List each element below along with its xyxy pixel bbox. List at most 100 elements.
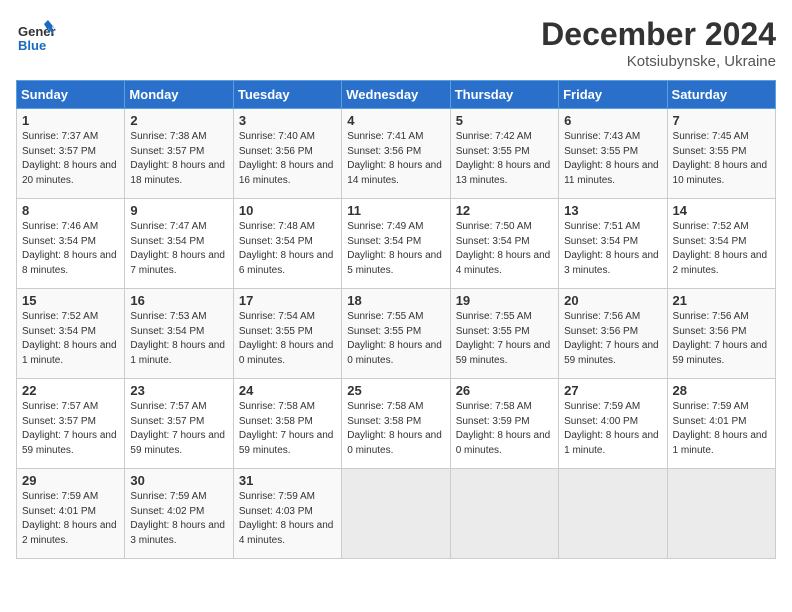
day-cell: 27 Sunrise: 7:59 AMSunset: 4:00 PMDayligh…: [559, 379, 667, 469]
day-cell: 2Sunrise: 7:38 AMSunset: 3:57 PMDaylight…: [125, 109, 233, 199]
day-number: 31: [239, 473, 336, 488]
day-cell: 21 Sunrise: 7:56 AMSunset: 3:56 PMDayligh…: [667, 289, 775, 379]
day-cell: 12 Sunrise: 7:50 AMSunset: 3:54 PMDayligh…: [450, 199, 558, 289]
day-cell: 24 Sunrise: 7:58 AMSunset: 3:58 PMDayligh…: [233, 379, 341, 469]
day-info: Sunrise: 7:50 AMSunset: 3:54 PMDaylight:…: [456, 220, 553, 278]
month-title: December 2024: [541, 16, 776, 53]
day-info: Sunrise: 7:59 AMSunset: 4:02 PMDaylight:…: [130, 490, 227, 548]
day-cell: [667, 469, 775, 559]
day-cell: 9Sunrise: 7:47 AMSunset: 3:54 PMDaylight…: [125, 199, 233, 289]
day-cell: 25 Sunrise: 7:58 AMSunset: 3:58 PMDayligh…: [342, 379, 450, 469]
day-number: 17: [239, 293, 336, 308]
day-cell: 4Sunrise: 7:41 AMSunset: 3:56 PMDaylight…: [342, 109, 450, 199]
svg-text:Blue: Blue: [18, 38, 46, 53]
day-number: 20: [564, 293, 661, 308]
day-cell: 3 Sunrise: 7:40 AMSunset: 3:56 PMDaylight…: [233, 109, 341, 199]
day-number: 3: [239, 113, 336, 128]
day-info: Sunrise: 7:59 AMSunset: 4:01 PMDaylight:…: [673, 400, 770, 458]
day-info: Sunrise: 7:37 AMSunset: 3:57 PMDaylight:…: [22, 130, 119, 188]
day-number: 22: [22, 383, 119, 398]
day-info: Sunrise: 7:43 AMSunset: 3:55 PMDaylight:…: [564, 130, 661, 188]
day-info: Sunrise: 7:58 AMSunset: 3:58 PMDaylight:…: [347, 400, 444, 458]
day-number: 4: [347, 113, 444, 128]
day-cell: 1Sunrise: 7:37 AMSunset: 3:57 PMDaylight…: [17, 109, 125, 199]
weekday-wednesday: Wednesday: [342, 81, 450, 109]
day-cell: 31 Sunrise: 7:59 AMSunset: 4:03 PMDayligh…: [233, 469, 341, 559]
day-info: Sunrise: 7:58 AMSunset: 3:59 PMDaylight:…: [456, 400, 553, 458]
week-row-5: 29 Sunrise: 7:59 AMSunset: 4:01 PMDayligh…: [17, 469, 776, 559]
calendar-body: 1Sunrise: 7:37 AMSunset: 3:57 PMDaylight…: [17, 109, 776, 559]
day-cell: 11Sunrise: 7:49 AMSunset: 3:54 PMDayligh…: [342, 199, 450, 289]
day-cell: 22Sunrise: 7:57 AMSunset: 3:57 PMDayligh…: [17, 379, 125, 469]
week-row-4: 22 Sunrise: 7:57 AMSunset: 3:57 PMDayligh…: [17, 379, 776, 469]
day-number: 19: [456, 293, 553, 308]
weekday-monday: Monday: [125, 81, 233, 109]
weekday-thursday: Thursday: [450, 81, 558, 109]
week-row-2: 8Sunrise: 7:46 AMSunset: 3:54 PMDaylight…: [17, 199, 776, 289]
day-cell: 20 Sunrise: 7:56 AMSunset: 3:56 PMDayligh…: [559, 289, 667, 379]
day-cell: 17 Sunrise: 7:54 AMSunset: 3:55 PMDayligh…: [233, 289, 341, 379]
day-info: Sunrise: 7:52 AMSunset: 3:54 PMDaylight:…: [673, 220, 770, 278]
day-cell: 18Sunrise: 7:55 AMSunset: 3:55 PMDayligh…: [342, 289, 450, 379]
day-number: 7: [673, 113, 770, 128]
weekday-friday: Friday: [559, 81, 667, 109]
day-info: Sunrise: 7:53 AMSunset: 3:54 PMDaylight:…: [130, 310, 227, 368]
day-cell: 26 Sunrise: 7:58 AMSunset: 3:59 PMDayligh…: [450, 379, 558, 469]
day-number: 21: [673, 293, 770, 308]
day-cell: 15 Sunrise: 7:52 AMSunset: 3:54 PMDayligh…: [17, 289, 125, 379]
day-cell: 13Sunrise: 7:51 AMSunset: 3:54 PMDayligh…: [559, 199, 667, 289]
day-info: Sunrise: 7:59 AMSunset: 4:00 PMDaylight:…: [564, 400, 661, 458]
day-number: 2: [130, 113, 227, 128]
day-info: Sunrise: 7:40 AMSunset: 3:56 PMDaylight:…: [239, 130, 336, 188]
day-cell: 10Sunrise: 7:48 AMSunset: 3:54 PMDayligh…: [233, 199, 341, 289]
day-cell: 28 Sunrise: 7:59 AMSunset: 4:01 PMDayligh…: [667, 379, 775, 469]
day-number: 15: [22, 293, 119, 308]
day-info: Sunrise: 7:57 AMSunset: 3:57 PMDaylight:…: [130, 400, 227, 458]
day-cell: 14 Sunrise: 7:52 AMSunset: 3:54 PMDayligh…: [667, 199, 775, 289]
location-title: Kotsiubynske, Ukraine: [541, 53, 776, 70]
day-number: 29: [22, 473, 119, 488]
day-number: 9: [130, 203, 227, 218]
day-cell: 6 Sunrise: 7:43 AMSunset: 3:55 PMDaylight…: [559, 109, 667, 199]
day-info: Sunrise: 7:54 AMSunset: 3:55 PMDaylight:…: [239, 310, 336, 368]
day-number: 27: [564, 383, 661, 398]
day-info: Sunrise: 7:59 AMSunset: 4:03 PMDaylight:…: [239, 490, 336, 548]
day-info: Sunrise: 7:56 AMSunset: 3:56 PMDaylight:…: [564, 310, 661, 368]
day-info: Sunrise: 7:46 AMSunset: 3:54 PMDaylight:…: [22, 220, 119, 278]
day-number: 30: [130, 473, 227, 488]
week-row-3: 15 Sunrise: 7:52 AMSunset: 3:54 PMDayligh…: [17, 289, 776, 379]
weekday-tuesday: Tuesday: [233, 81, 341, 109]
day-number: 14: [673, 203, 770, 218]
calendar-table: SundayMondayTuesdayWednesdayThursdayFrid…: [16, 80, 776, 559]
day-number: 28: [673, 383, 770, 398]
day-number: 6: [564, 113, 661, 128]
day-cell: [559, 469, 667, 559]
day-number: 12: [456, 203, 553, 218]
day-cell: 30 Sunrise: 7:59 AMSunset: 4:02 PMDayligh…: [125, 469, 233, 559]
day-number: 25: [347, 383, 444, 398]
day-info: Sunrise: 7:52 AMSunset: 3:54 PMDaylight:…: [22, 310, 119, 368]
logo: General Blue: [16, 16, 56, 56]
day-cell: 19Sunrise: 7:55 AMSunset: 3:55 PMDayligh…: [450, 289, 558, 379]
day-cell: 16 Sunrise: 7:53 AMSunset: 3:54 PMDayligh…: [125, 289, 233, 379]
day-number: 5: [456, 113, 553, 128]
day-info: Sunrise: 7:59 AMSunset: 4:01 PMDaylight:…: [22, 490, 119, 548]
header: General Blue December 2024 Kotsiubynske,…: [16, 16, 776, 70]
day-cell: 5Sunrise: 7:42 AMSunset: 3:55 PMDaylight…: [450, 109, 558, 199]
weekday-header-row: SundayMondayTuesdayWednesdayThursdayFrid…: [17, 81, 776, 109]
day-cell: [450, 469, 558, 559]
day-number: 23: [130, 383, 227, 398]
day-info: Sunrise: 7:48 AMSunset: 3:54 PMDaylight:…: [239, 220, 336, 278]
day-cell: 23 Sunrise: 7:57 AMSunset: 3:57 PMDayligh…: [125, 379, 233, 469]
day-info: Sunrise: 7:58 AMSunset: 3:58 PMDaylight:…: [239, 400, 336, 458]
weekday-sunday: Sunday: [17, 81, 125, 109]
day-number: 24: [239, 383, 336, 398]
day-info: Sunrise: 7:51 AMSunset: 3:54 PMDaylight:…: [564, 220, 661, 278]
title-area: December 2024 Kotsiubynske, Ukraine: [541, 16, 776, 70]
day-number: 16: [130, 293, 227, 308]
day-cell: 29 Sunrise: 7:59 AMSunset: 4:01 PMDayligh…: [17, 469, 125, 559]
day-number: 26: [456, 383, 553, 398]
day-number: 18: [347, 293, 444, 308]
day-info: Sunrise: 7:56 AMSunset: 3:56 PMDaylight:…: [673, 310, 770, 368]
day-cell: [342, 469, 450, 559]
